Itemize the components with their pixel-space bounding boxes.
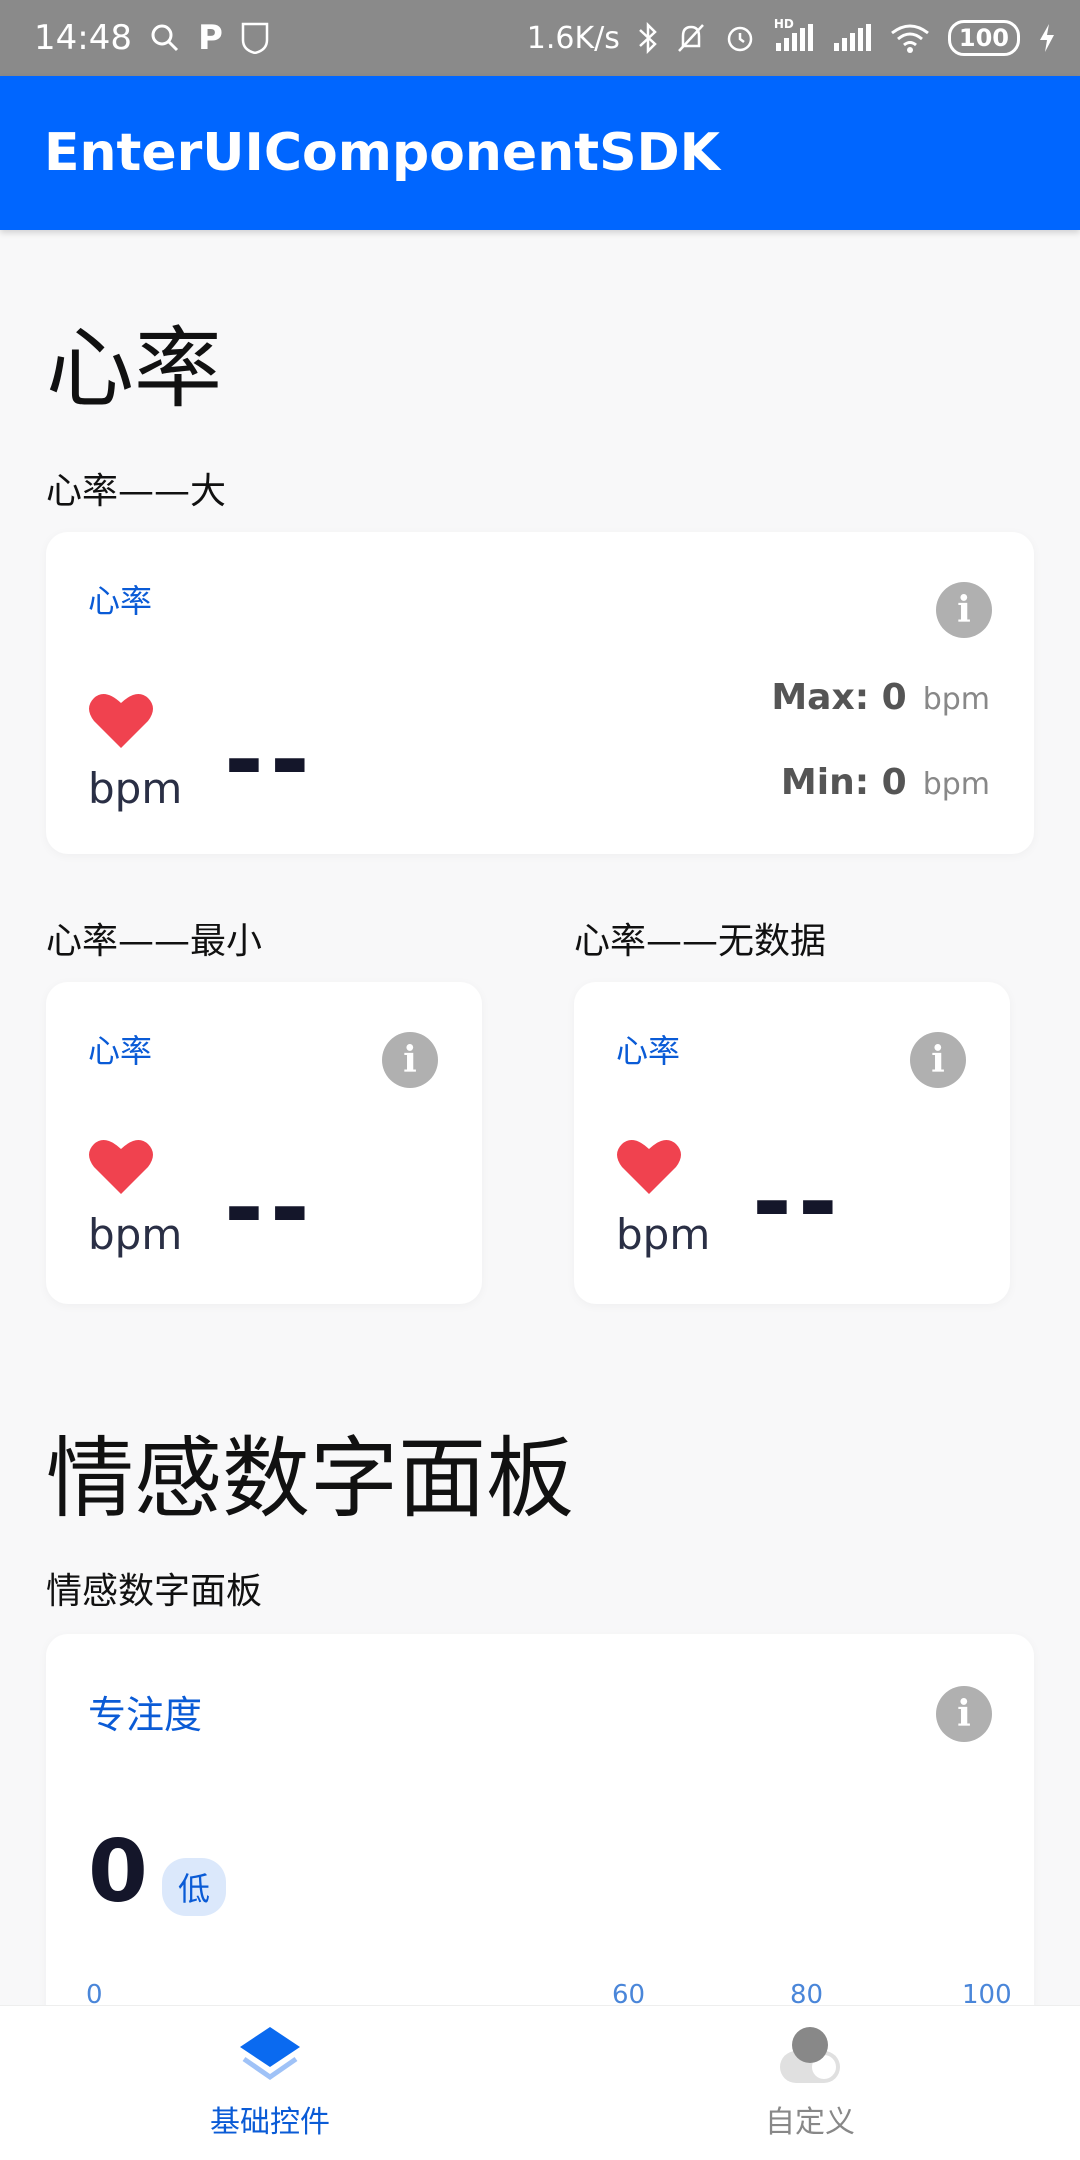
- section-title-heart: 心率: [46, 317, 223, 420]
- heart-icon: [89, 694, 153, 748]
- app-title: EnterUIComponentSDK: [44, 123, 720, 183]
- heart-icon: [617, 1140, 681, 1194]
- heart-rate-value: --: [224, 704, 316, 816]
- card-title: 心率: [88, 582, 153, 620]
- bpm-unit: bpm: [616, 1210, 711, 1259]
- max-unit: bpm: [922, 682, 990, 717]
- label-heart-small: 心率——最小: [46, 921, 263, 962]
- bottom-nav: 基础控件 自定义: [0, 2005, 1080, 2160]
- heart-card-nodata: 心率 i bpm --: [574, 982, 1010, 1304]
- nav-item-custom[interactable]: 自定义: [540, 2006, 1080, 2160]
- bluetooth-icon: [638, 22, 658, 54]
- tick-label: 0: [86, 1980, 103, 2005]
- layers-icon: [240, 2027, 300, 2081]
- heart-card-large: 心率 i bpm -- Max: 0 bpm Min: 0 bpm: [46, 532, 1034, 854]
- card-title: 专注度: [88, 1693, 203, 1737]
- min-stat: Min: 0 bpm: [781, 762, 990, 803]
- heart-card-small: 心率 i bpm --: [46, 982, 482, 1304]
- status-bar: 14:48 P 1.6K/s HD 100: [0, 0, 1080, 76]
- section-title-emotion: 情感数字面板: [46, 1427, 575, 1530]
- info-icon[interactable]: i: [936, 582, 992, 638]
- min-label: Min: 0: [780, 762, 907, 803]
- mute-bell-icon: [676, 22, 706, 54]
- info-icon[interactable]: i: [382, 1032, 438, 1088]
- scroll-content[interactable]: 心率 心率——大 心率 i bpm -- Max: 0 bpm Min: 0 b…: [0, 230, 1080, 2005]
- shield-icon: [241, 22, 269, 54]
- card-title: 心率: [88, 1032, 153, 1070]
- label-heart-nodata: 心率——无数据: [574, 921, 827, 962]
- level-badge: 低: [162, 1858, 227, 1916]
- max-stat: Max: 0 bpm: [771, 677, 990, 718]
- emotion-card: 专注度 i 0 低 0 60 80 100: [46, 1634, 1034, 2005]
- battery-icon: 100: [947, 20, 1020, 56]
- bpm-unit: bpm: [88, 1210, 183, 1259]
- label-heart-large: 心率——大: [46, 471, 227, 512]
- max-label: Max: 0: [771, 677, 907, 718]
- heart-rate-value: --: [224, 1152, 316, 1264]
- wifi-icon: [890, 23, 930, 53]
- heart-rate-value: --: [752, 1146, 844, 1258]
- net-speed: 1.6K/s: [526, 20, 620, 56]
- app-bar: EnterUIComponentSDK: [0, 76, 1080, 230]
- search-icon: [150, 23, 180, 53]
- nav-item-basic-components[interactable]: 基础控件: [0, 2006, 540, 2160]
- signal-icon: [832, 23, 872, 53]
- tick-label: 60: [612, 1980, 646, 2005]
- heart-icon: [89, 1140, 153, 1194]
- nav-label: 基础控件: [210, 2105, 330, 2140]
- toggle-icon: [780, 2027, 840, 2083]
- status-time: 14:48: [34, 18, 132, 58]
- tick-label: 80: [790, 1980, 824, 2005]
- bpm-unit: bpm: [88, 764, 183, 813]
- charging-icon: [1038, 23, 1056, 53]
- p-badge-icon: P: [197, 18, 223, 58]
- signal-hd-icon: HD: [774, 17, 814, 53]
- card-title: 心率: [616, 1032, 681, 1070]
- info-icon[interactable]: i: [910, 1032, 966, 1088]
- tick-label: 100: [962, 1980, 1012, 2005]
- focus-value: 0: [88, 1822, 148, 1922]
- min-unit: bpm: [922, 767, 990, 802]
- nav-label: 自定义: [765, 2105, 855, 2140]
- label-emotion: 情感数字面板: [46, 1571, 263, 1612]
- alarm-icon: [724, 22, 756, 54]
- info-icon[interactable]: i: [936, 1686, 992, 1742]
